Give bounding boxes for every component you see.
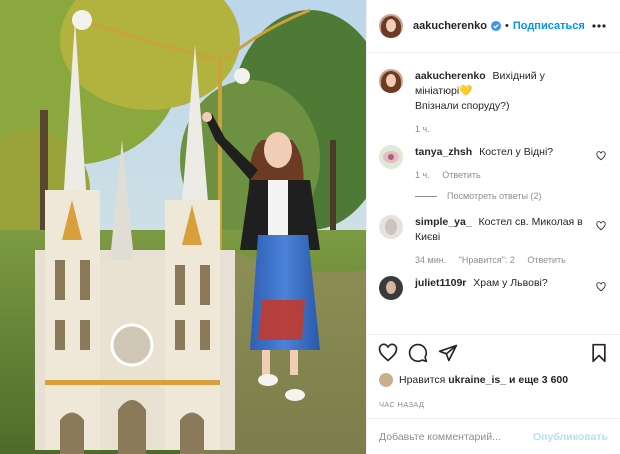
comment-heart-icon[interactable] [596, 282, 606, 292]
replies-line [415, 195, 437, 197]
likes-prefix: Нравится [399, 374, 446, 386]
post-time[interactable]: ЧАС НАЗАД [367, 390, 620, 418]
comment-time[interactable]: 1 ч. [415, 170, 430, 180]
heart-icon[interactable] [377, 342, 399, 364]
caption-line-2: мініатюрі💛 [415, 85, 473, 97]
bookmark-icon[interactable] [588, 342, 610, 364]
add-comment-bar: Опубликовать [367, 418, 620, 454]
comment-time[interactable]: 34 мин. [415, 255, 446, 265]
caption: aakucherenko Вихідний у мініатюрі💛 Впізн… [379, 69, 608, 137]
comment-heart-icon[interactable] [596, 221, 606, 231]
comment-bubble-icon[interactable] [407, 342, 429, 364]
caption-username[interactable]: aakucherenko [415, 70, 486, 82]
reply-button[interactable]: Ответить [527, 255, 565, 265]
commenter-avatar[interactable] [379, 276, 403, 300]
post-sidebar: aakucherenko • Подписаться aakucherenko … [366, 0, 620, 454]
comment-heart-icon[interactable] [596, 151, 606, 161]
comment-likes-count[interactable]: "Нравится": 2 [459, 255, 515, 265]
verified-badge-icon [490, 21, 501, 31]
likes-summary: Нравится ukraine_is_ и еще 3 600 [367, 370, 620, 390]
comment-item: tanya_zhsh Костел у Відні? 1 ч. Ответить [379, 145, 608, 183]
view-replies-label: Посмотреть ответы (2) [447, 191, 542, 201]
commenter-avatar[interactable] [379, 215, 403, 239]
caption-line-3: Впізнали споруду?) [415, 100, 510, 112]
photo-scene [0, 0, 366, 454]
author-username[interactable]: aakucherenko [413, 20, 487, 32]
instagram-post: aakucherenko • Подписаться aakucherenko … [0, 0, 620, 454]
action-bar [367, 334, 620, 370]
view-replies-button[interactable]: Посмотреть ответы (2) [415, 191, 608, 201]
comment-username[interactable]: juliet1109r [415, 277, 466, 289]
comments-list: aakucherenko Вихідний у мініатюрі💛 Впізн… [367, 53, 620, 334]
paper-plane-icon[interactable] [437, 342, 459, 364]
caption-avatar[interactable] [379, 69, 403, 93]
more-horizontal-icon[interactable] [590, 17, 608, 35]
comment-username[interactable]: simple_ya_ [415, 216, 472, 228]
follow-button[interactable]: Подписаться [513, 20, 585, 32]
post-photo[interactable] [0, 0, 366, 454]
publish-button[interactable]: Опубликовать [533, 431, 608, 443]
reply-button[interactable]: Ответить [442, 170, 480, 180]
comment-text: Храм у Львові? [473, 277, 548, 289]
commenter-avatar[interactable] [379, 145, 403, 169]
comment-username[interactable]: tanya_zhsh [415, 146, 472, 158]
author-avatar[interactable] [379, 14, 403, 38]
likes-user[interactable]: ukraine_is_ [448, 374, 506, 386]
comment-text: Костел у Відні? [479, 146, 554, 158]
caption-line-1: Вихідний у [492, 70, 545, 82]
likes-count[interactable]: и еще 3 600 [509, 374, 568, 386]
comment-input[interactable] [379, 430, 534, 443]
post-header: aakucherenko • Подписаться [367, 0, 620, 53]
comment-item: simple_ya_ Костел св. Миколая в Києві 34… [379, 215, 608, 268]
comment-item: juliet1109r Храм у Львові? [379, 276, 608, 300]
caption-time[interactable]: 1 ч. [415, 124, 430, 134]
liker-avatar[interactable] [379, 373, 393, 387]
separator-dot: • [504, 20, 509, 32]
